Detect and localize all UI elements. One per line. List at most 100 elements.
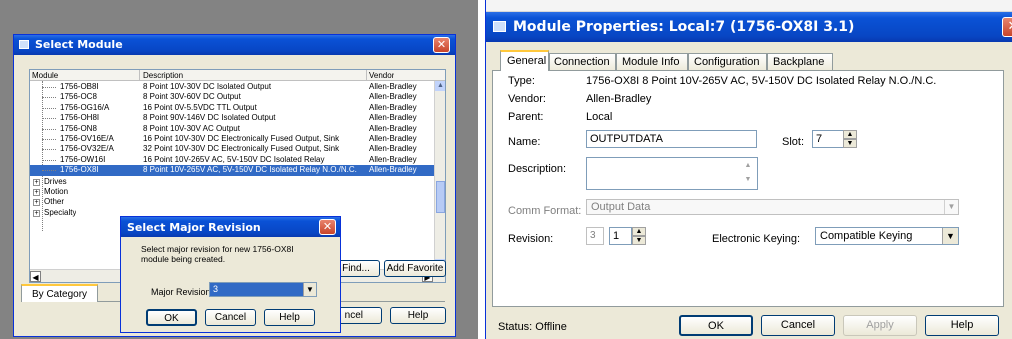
- tab-configuration[interactable]: Configuration: [688, 53, 767, 71]
- table-row[interactable]: 1756-OH8I 8 Point 90V-146V DC Isolated Ou…: [30, 113, 434, 123]
- description-label: Description:: [508, 163, 567, 175]
- column-header-vendor[interactable]: Vendor: [369, 71, 394, 80]
- description-scroll-down-icon[interactable]: ▼: [742, 174, 754, 186]
- module-description-cell: 16 Point 0V-5.5VDC TTL Output: [143, 102, 257, 112]
- category-label: Specialty: [44, 207, 77, 217]
- electronic-keying-label: Electronic Keying:: [712, 233, 801, 245]
- tab-general-label: General: [507, 55, 547, 67]
- help-button[interactable]: Help: [390, 307, 446, 324]
- major-revision-title-bar[interactable]: Select Major Revision ✕: [121, 217, 340, 237]
- module-description-cell: 8 Point 90V-146V DC Isolated Output: [143, 113, 276, 123]
- module-vendor-cell: Allen-Bradley: [369, 92, 417, 102]
- revision-minor-field[interactable]: 1: [609, 227, 632, 245]
- slot-spin-up-icon[interactable]: ▲: [843, 130, 857, 139]
- module-vendor-cell: Allen-Bradley: [369, 154, 417, 164]
- table-row[interactable]: 1756-ON8 8 Point 10V-30V AC Output Allen-B…: [30, 124, 434, 134]
- major-revision-select[interactable]: 3 ▼: [209, 282, 317, 297]
- comm-format-chevron-down-icon[interactable]: ▼: [944, 200, 958, 214]
- revision-spin-down-icon[interactable]: ▼: [632, 236, 646, 245]
- major-revision-label: Major Revision:: [151, 287, 214, 297]
- expand-icon[interactable]: +: [33, 199, 40, 207]
- major-ok-button[interactable]: OK: [146, 309, 197, 326]
- tree-branch: [42, 159, 56, 161]
- column-header-row: Module Description Vendor: [30, 70, 445, 81]
- electronic-keying-chevron-down-icon[interactable]: ▼: [942, 228, 958, 244]
- tree-branch: [42, 139, 56, 140]
- expand-icon[interactable]: +: [33, 178, 40, 186]
- table-row[interactable]: 1756-OW16I 16 Point 10V-265V AC, 5V-150V …: [30, 155, 434, 165]
- by-category-label: By Category: [32, 289, 88, 300]
- module-list-vscrollbar[interactable]: ▲ ▼: [434, 81, 445, 269]
- category-label: Drives: [44, 176, 67, 186]
- name-field[interactable]: OUTPUTDATA: [586, 130, 757, 148]
- expand-icon[interactable]: +: [33, 209, 40, 217]
- apply-button[interactable]: Apply: [843, 315, 917, 336]
- slot-spin-down-icon[interactable]: ▼: [843, 139, 857, 148]
- module-description-cell: 8 Point 10V-30V AC Output: [143, 123, 240, 133]
- cancel-button[interactable]: Cancel: [761, 315, 835, 336]
- module-properties-close-icon[interactable]: ✕: [1002, 17, 1012, 37]
- status-text: Status: Offline: [498, 321, 567, 333]
- comm-format-select[interactable]: Output Data ▼: [586, 199, 959, 215]
- module-properties-title: Module Properties: Local:7 (1756-OX8I 3.…: [513, 19, 855, 35]
- table-row[interactable]: 1756-OB8I 8 Point 10V-30V DC Isolated Out…: [30, 82, 434, 92]
- major-revision-message: Select major revision for new 1756-OX8I …: [141, 244, 294, 264]
- column-divider: [139, 70, 140, 81]
- parent-value: Local: [586, 111, 613, 123]
- scroll-left-icon[interactable]: ◀: [30, 271, 41, 282]
- chevron-down-icon[interactable]: ▼: [303, 283, 316, 296]
- add-favorite-button[interactable]: Add Favorite: [384, 260, 446, 277]
- select-module-title-bar[interactable]: Select Module ✕: [14, 35, 455, 55]
- expand-icon[interactable]: +: [33, 189, 40, 196]
- major-help-button[interactable]: Help: [264, 309, 315, 326]
- major-revision-close-icon[interactable]: ✕: [319, 219, 336, 235]
- table-row[interactable]: 1756-OG16/A 16 Point 0V-5.5VDC TTL Output…: [30, 103, 434, 113]
- description-field[interactable]: [586, 157, 758, 190]
- tab-module-info[interactable]: Module Info: [616, 53, 688, 71]
- module-vendor-cell: Allen-Bradley: [369, 102, 417, 112]
- tree-branch: [42, 118, 56, 120]
- module-module-cell: 1756-OV16E/A: [60, 134, 114, 143]
- module-module-cell: 1756-OV32E/A: [60, 144, 114, 154]
- column-header-module[interactable]: Module: [32, 71, 58, 80]
- by-category-tab[interactable]: By Category: [21, 284, 98, 302]
- column-divider: [366, 70, 367, 81]
- comm-format-value: Output Data: [591, 201, 651, 213]
- module-description-cell: 8 Point 10V-30V DC Isolated Output: [143, 82, 272, 91]
- slot-field[interactable]: 7: [812, 130, 845, 148]
- scroll-thumb[interactable]: [436, 181, 445, 213]
- tab-connection[interactable]: Connection: [549, 53, 616, 71]
- list-item[interactable]: + Other: [30, 197, 230, 207]
- module-vendor-cell: Allen-Bradley: [369, 123, 417, 133]
- module-description-cell: 16 Point 10V-30V DC Electronically Fused…: [143, 134, 340, 143]
- electronic-keying-select[interactable]: Compatible Keying ▼: [815, 227, 959, 245]
- module-properties-title-bar[interactable]: Module Properties: Local:7 (1756-OX8I 3.…: [486, 12, 1012, 42]
- module-properties-dialog: Module Properties: Local:7 (1756-OX8I 3.…: [485, 0, 1012, 339]
- select-module-close-icon[interactable]: ✕: [433, 37, 450, 53]
- list-item[interactable]: + Motion: [30, 187, 230, 197]
- module-module-cell: 1756-ON8: [60, 123, 97, 133]
- revision-spin-up-icon[interactable]: ▲: [632, 227, 646, 236]
- list-item[interactable]: + Drives: [30, 177, 230, 187]
- tab-backplane[interactable]: Backplane: [767, 53, 833, 71]
- ok-button[interactable]: OK: [679, 315, 753, 336]
- tab-configuration-label: Configuration: [694, 56, 760, 68]
- tree-branch: [42, 87, 56, 88]
- table-row[interactable]: 1756-OV32E/A 32 Point 10V-30V DC Electron…: [30, 144, 434, 154]
- help-button[interactable]: Help: [925, 315, 999, 336]
- major-cancel-button[interactable]: Cancel: [205, 309, 256, 326]
- tab-general[interactable]: General: [500, 50, 549, 71]
- column-header-description[interactable]: Description: [143, 71, 183, 80]
- tree-branch: [42, 107, 56, 109]
- module-module-cell: 1756-OC8: [60, 92, 97, 102]
- table-row[interactable]: 1756-OX8I 8 Point 10V-265V AC, 5V-150V DC…: [30, 165, 434, 176]
- category-label: Motion: [44, 187, 69, 196]
- revision-major-field[interactable]: 3: [586, 227, 604, 245]
- scroll-up-icon[interactable]: ▲: [435, 81, 445, 91]
- table-row[interactable]: 1756-OV16E/A 16 Point 10V-30V DC Electron…: [30, 134, 434, 144]
- module-properties-icon: [493, 21, 506, 32]
- table-row[interactable]: 1756-OC8 8 Point 30V-60V DC Output Allen-B…: [30, 92, 434, 102]
- description-scroll-up-icon[interactable]: ▲: [742, 160, 754, 172]
- tree-branch: [42, 128, 56, 130]
- module-module-cell: 1756-OB8I: [60, 82, 99, 91]
